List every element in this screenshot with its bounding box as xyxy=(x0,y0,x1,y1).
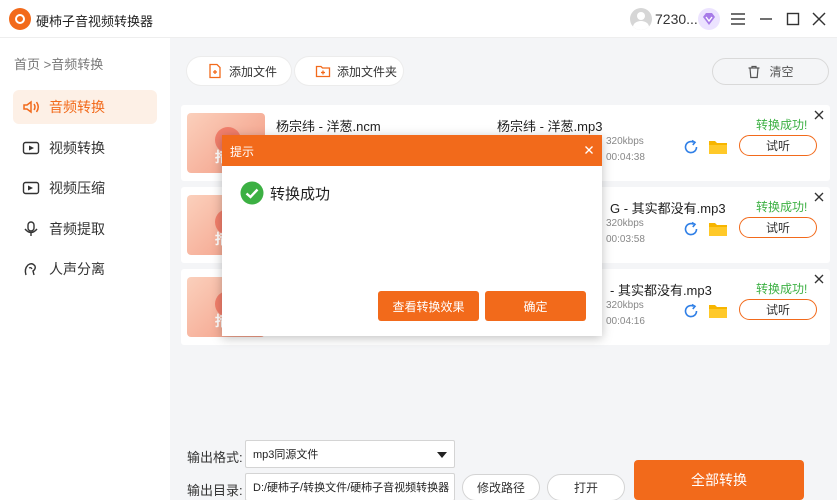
output-dir-field[interactable]: D:/硬柿子/转换文件/硬柿子音视频转换器 xyxy=(245,473,455,500)
listen-button[interactable]: 试听 xyxy=(739,217,817,238)
refresh-icon[interactable] xyxy=(682,220,700,238)
remove-file-icon[interactable] xyxy=(813,191,825,203)
confirm-button[interactable]: 确定 xyxy=(485,291,586,321)
sidebar-item-vocal-separate[interactable]: 人声分离 xyxy=(13,252,157,286)
add-folder-icon xyxy=(315,65,331,78)
trash-icon xyxy=(748,65,760,78)
duration: 00:04:16 xyxy=(606,316,645,327)
add-folder-label: 添加文件夹 xyxy=(337,64,398,79)
close-window-icon[interactable] xyxy=(810,10,828,28)
folder-icon[interactable] xyxy=(708,220,728,238)
output-dir-label: 输出目录: xyxy=(187,483,243,498)
duration: 00:04:38 xyxy=(606,152,645,163)
title-bar: 硬柿子音视频转换器 7230... xyxy=(0,0,837,38)
user-avatar[interactable] xyxy=(630,8,652,30)
breadcrumb[interactable]: 首页 >音频转换 xyxy=(14,54,103,73)
add-folder-button[interactable]: 添加文件夹 xyxy=(295,57,403,85)
folder-icon[interactable] xyxy=(708,302,728,320)
clear-label: 清空 xyxy=(769,65,794,79)
open-folder-button[interactable]: 打开 xyxy=(547,474,625,500)
app-logo-icon xyxy=(9,8,31,30)
success-dialog: 提示 转换成功 查看转换效果 确定 xyxy=(222,135,602,336)
minimize-icon[interactable] xyxy=(757,10,775,28)
status-success: 转换成功! xyxy=(756,118,808,132)
convert-all-button[interactable]: 全部转换 xyxy=(634,460,804,500)
video-convert-icon xyxy=(22,141,40,155)
vocal-separate-icon xyxy=(24,263,36,276)
menu-icon[interactable] xyxy=(729,10,747,28)
check-circle-icon xyxy=(240,181,264,205)
refresh-icon[interactable] xyxy=(682,138,700,156)
video-compress-icon xyxy=(22,181,40,195)
vip-diamond-icon[interactable] xyxy=(697,7,721,31)
sidebar-item-video-compress[interactable]: 视频压缩 xyxy=(13,171,157,205)
bitrate: 320kbps xyxy=(606,218,644,229)
status-success: 转换成功! xyxy=(756,200,808,214)
output-format-value: mp3同源文件 xyxy=(253,449,319,461)
add-file-button[interactable]: 添加文件 xyxy=(187,57,291,85)
listen-button[interactable]: 试听 xyxy=(739,299,817,320)
output-file-name: - 其实都没有.mp3 xyxy=(610,283,712,298)
sidebar-item-video-convert[interactable]: 视频转换 xyxy=(13,131,157,165)
status-success: 转换成功! xyxy=(756,282,808,296)
remove-file-icon[interactable] xyxy=(813,273,825,285)
output-format-label: 输出格式: xyxy=(187,450,243,465)
audio-extract-icon xyxy=(24,221,38,236)
add-file-icon xyxy=(209,63,221,79)
refresh-icon[interactable] xyxy=(682,302,700,320)
output-file-name: 杨宗纬 - 洋葱.mp3 xyxy=(497,119,603,134)
dialog-close-icon[interactable] xyxy=(583,144,595,156)
sidebar: 首页 >音频转换 音频转换 视频转换 视频压缩 音频提取 人声分离 xyxy=(0,38,170,500)
output-file-name: G - 其实都没有.mp3 xyxy=(610,201,726,216)
user-id[interactable]: 7230... xyxy=(655,11,698,27)
sidebar-item-label: 音频提取 xyxy=(49,221,105,237)
sidebar-item-audio-extract[interactable]: 音频提取 xyxy=(13,212,157,246)
sidebar-item-label: 视频转换 xyxy=(49,140,105,156)
view-result-button[interactable]: 查看转换效果 xyxy=(378,291,479,321)
sidebar-item-label: 人声分离 xyxy=(49,261,105,277)
sidebar-item-audio-convert[interactable]: 音频转换 xyxy=(13,90,157,124)
add-file-label: 添加文件 xyxy=(229,64,278,79)
folder-icon[interactable] xyxy=(708,138,728,156)
sidebar-item-label: 音频转换 xyxy=(49,99,105,115)
app-title: 硬柿子音视频转换器 xyxy=(36,14,154,29)
output-format-select[interactable]: mp3同源文件 xyxy=(245,440,455,468)
dialog-message: 转换成功 xyxy=(270,186,331,203)
sidebar-item-label: 视频压缩 xyxy=(49,180,105,196)
listen-button[interactable]: 试听 xyxy=(739,135,817,156)
clear-button[interactable]: 清空 xyxy=(712,58,829,85)
audio-convert-icon xyxy=(23,100,39,114)
remove-file-icon[interactable] xyxy=(813,109,825,121)
edit-path-button[interactable]: 修改路径 xyxy=(462,474,540,500)
duration: 00:03:58 xyxy=(606,234,645,245)
maximize-icon[interactable] xyxy=(784,10,802,28)
source-file-name: 杨宗纬 - 洋葱.ncm xyxy=(276,119,381,134)
bitrate: 320kbps xyxy=(606,136,644,147)
dialog-title: 提示 xyxy=(230,145,255,159)
chevron-down-icon xyxy=(437,452,447,458)
bitrate: 320kbps xyxy=(606,300,644,311)
dialog-header: 提示 xyxy=(222,135,602,166)
